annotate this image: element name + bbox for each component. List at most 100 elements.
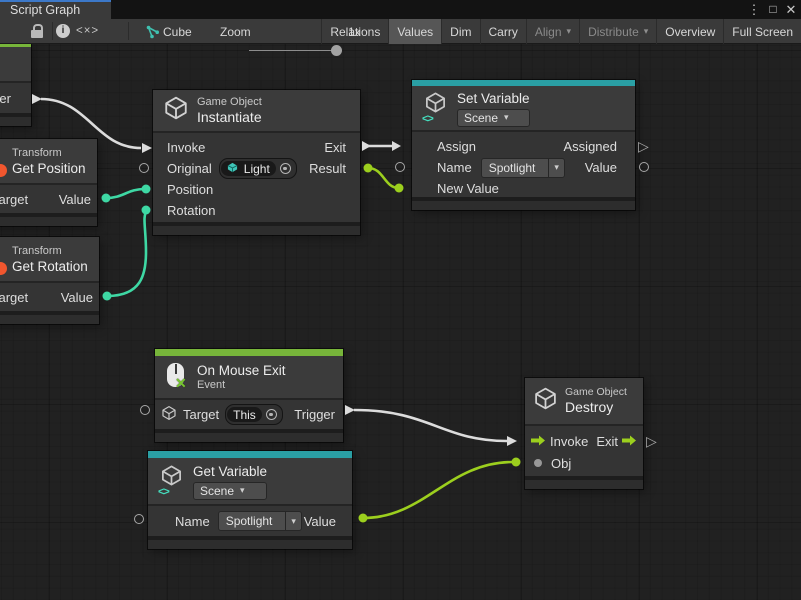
node-set-variable[interactable]: <> Set Variable Scene ▾ Assign Assigned …	[412, 80, 635, 210]
set-variable-value-port-label: Value	[585, 160, 617, 175]
set-variable-assign-port-label: Assign	[437, 139, 476, 154]
cube-icon	[161, 405, 177, 424]
get-rotation-target-port-label: Target	[0, 290, 28, 305]
transform-icon	[0, 262, 7, 275]
event-color-bar	[155, 349, 343, 356]
zoom-slider-track[interactable]	[249, 50, 338, 51]
zoom-label: Zoom	[220, 25, 251, 39]
tab-script-graph[interactable]: Script Graph	[0, 0, 111, 19]
transform-icon	[0, 164, 7, 177]
code-view-icon[interactable]: <×>	[76, 24, 99, 39]
instantiate-exit-port-label: Exit	[324, 140, 346, 155]
node-category: Transform	[12, 147, 86, 160]
window-menu-icon[interactable]: ⋮	[747, 1, 761, 18]
unity-variable-icon: <>	[422, 91, 449, 125]
variable-brackets-icon: <>	[158, 486, 169, 498]
get-variable-value-port-label: Value	[304, 514, 336, 529]
node-footer	[0, 314, 99, 324]
variable-name-value: Spotlight	[482, 161, 543, 175]
flow-arrow-green-icon	[622, 434, 637, 449]
full-screen-button[interactable]: Full Screen	[723, 19, 801, 44]
instantiate-rotation-port-label: Rotation	[167, 203, 215, 218]
get-position-value-port-label: Value	[59, 192, 91, 207]
graph-canvas[interactable]	[0, 44, 801, 600]
set-variable-name-port-label: Name	[437, 160, 472, 175]
align-dropdown-button[interactable]: Align▾	[526, 19, 579, 44]
node-footer	[153, 225, 360, 235]
instantiate-original-port-label: Original	[167, 161, 212, 176]
instantiate-original-input-port[interactable]	[139, 163, 149, 173]
node-get-variable[interactable]: <> Get Variable Scene ▾ Name Spotlight ▾…	[148, 451, 352, 549]
node-offscreen-event[interactable]: Trigger	[0, 43, 31, 126]
cube-icon	[163, 95, 189, 126]
node-destroy[interactable]: Game Object Destroy Invoke Exit Obj	[525, 378, 643, 489]
info-icon[interactable]: i	[56, 24, 70, 38]
node-title: Destroy	[565, 399, 627, 416]
set-variable-assigned-output-port[interactable]: ▷	[638, 140, 649, 152]
variable-name-dropdown[interactable]: Spotlight ▾	[481, 158, 565, 178]
instantiate-position-port-label: Position	[167, 182, 213, 197]
dim-button[interactable]: Dim	[441, 19, 479, 44]
flow-arrow-green-icon	[531, 434, 546, 449]
graph-node-icon	[146, 25, 160, 44]
obj-port-dot-icon	[534, 459, 542, 467]
distribute-dropdown-button[interactable]: Distribute▾	[579, 19, 656, 44]
close-icon[interactable]: ✕	[783, 1, 799, 18]
node-title: Set Variable	[457, 90, 530, 107]
node-instantiate[interactable]: Game Object Instantiate Invoke Exit Orig…	[153, 90, 360, 235]
mouse-exit-self-input-port[interactable]	[140, 405, 150, 415]
target-object-value: This	[233, 408, 256, 422]
destroy-exit-output-port[interactable]: ▷	[646, 435, 657, 447]
variable-color-bar	[148, 451, 352, 458]
chevron-down-icon: ▾	[291, 516, 296, 527]
node-footer	[0, 216, 97, 226]
tab-bar: Script Graph ⋮ □ ✕	[0, 0, 801, 19]
node-category: Game Object	[565, 386, 627, 399]
get-variable-name-input-port[interactable]	[134, 514, 144, 524]
graph-name-label: Cube	[163, 25, 192, 39]
mouse-exit-target-port-label: Target	[183, 407, 219, 422]
node-get-rotation[interactable]: Transform Get Rotation Target Value	[0, 237, 99, 324]
node-get-position[interactable]: Transform Get Position Target Value	[0, 139, 97, 226]
carry-button[interactable]: Carry	[480, 19, 526, 44]
chevron-down-icon: ▾	[567, 26, 572, 37]
get-rotation-value-port-label: Value	[61, 290, 93, 305]
set-variable-assigned-port-label: Assigned	[564, 139, 617, 154]
set-variable-name-input-port[interactable]	[395, 162, 405, 172]
script-graph-window: Trigger Transform Get Position Target Va…	[0, 0, 801, 600]
mouse-exit-trigger-port-label: Trigger	[294, 407, 335, 422]
cube-icon	[533, 386, 558, 416]
get-variable-name-port-label: Name	[175, 514, 210, 529]
instantiate-invoke-port-label: Invoke	[167, 140, 205, 155]
node-title: Get Position	[12, 160, 86, 177]
variable-name-dropdown[interactable]: Spotlight ▾	[218, 511, 302, 531]
chevron-down-icon: ▾	[554, 162, 559, 173]
node-category: Transform	[12, 245, 88, 258]
game-object-teal-cube-icon	[227, 162, 238, 176]
original-object-field[interactable]: Light	[219, 158, 297, 179]
zoom-slider-handle[interactable]	[331, 45, 342, 56]
object-picker-icon[interactable]	[266, 409, 277, 420]
variable-name-value: Spotlight	[219, 514, 280, 528]
maximize-icon[interactable]: □	[765, 1, 781, 18]
node-footer	[525, 479, 643, 489]
target-object-field[interactable]: This	[225, 404, 283, 425]
values-button[interactable]: Values	[388, 19, 441, 44]
node-footer	[412, 200, 635, 210]
set-variable-value-output-port[interactable]	[639, 162, 649, 172]
node-on-mouse-exit[interactable]: ✕ On Mouse Exit Event Target This Trigge…	[155, 349, 343, 442]
chevron-down-icon: ▾	[644, 26, 649, 37]
node-footer	[148, 539, 352, 549]
destroy-obj-port-label: Obj	[551, 456, 571, 471]
node-title: Get Variable	[193, 463, 267, 480]
relations-button[interactable]: Relations	[321, 19, 388, 44]
variable-scope-dropdown[interactable]: Scene ▾	[193, 482, 267, 500]
offscreen-event-header	[0, 47, 31, 81]
node-title: Get Rotation	[12, 258, 88, 275]
overview-button[interactable]: Overview	[656, 19, 723, 44]
original-object-value: Light	[244, 162, 270, 176]
variable-scope-dropdown[interactable]: Scene ▾	[457, 109, 530, 127]
object-picker-icon[interactable]	[280, 163, 291, 174]
mouse-exit-icon: ✕	[165, 363, 189, 391]
destroy-invoke-port-label: Invoke	[550, 434, 588, 449]
